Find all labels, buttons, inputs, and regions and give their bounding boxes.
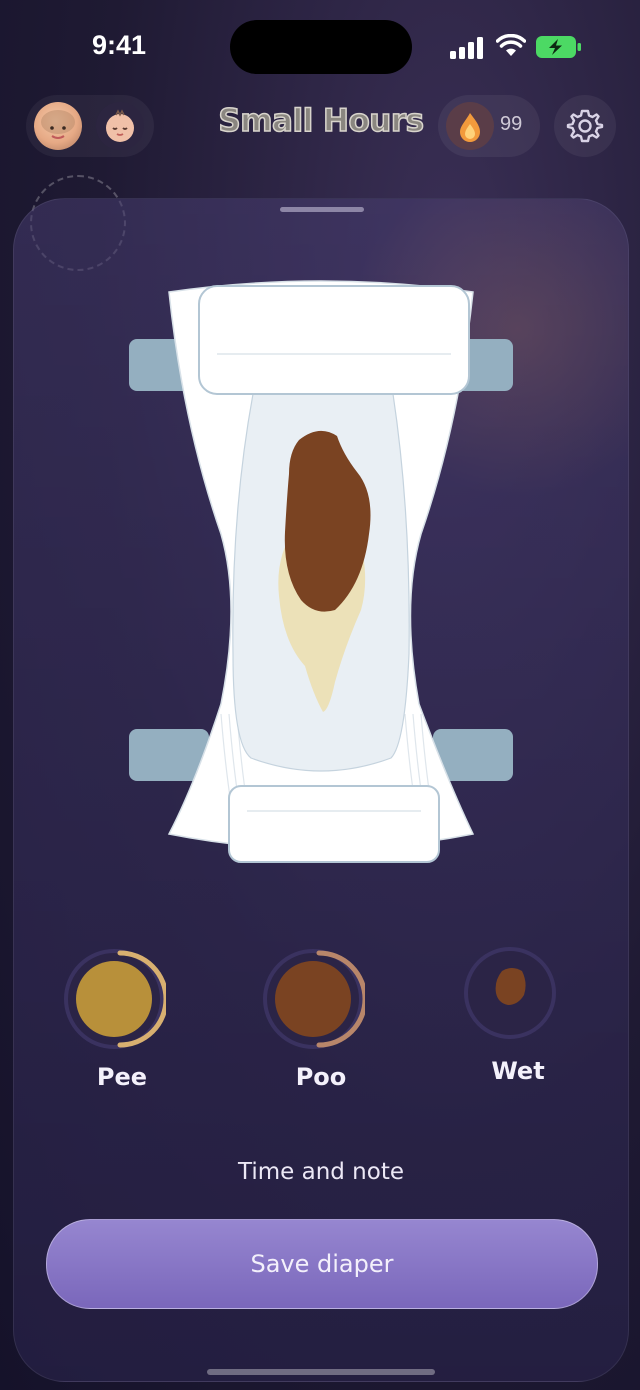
settings-button[interactable] [554, 95, 616, 157]
wet-label: Wet [491, 1057, 545, 1085]
poo-label: Poo [295, 1063, 347, 1091]
sheet-grabber[interactable] [280, 207, 364, 212]
diaper-illustration[interactable] [129, 274, 519, 874]
option-wet[interactable]: Wet [458, 941, 578, 1085]
poo-selector[interactable] [261, 947, 368, 1051]
save-diaper-button[interactable]: Save diaper [46, 1219, 598, 1309]
option-poo[interactable]: Poo [261, 947, 381, 1091]
status-bar: 9:41 [0, 0, 640, 90]
baby-face-icon [41, 110, 75, 139]
save-diaper-label: Save diaper [250, 1250, 394, 1278]
option-pee[interactable]: Pee [62, 947, 182, 1091]
wifi-icon [496, 34, 526, 56]
diaper-waistband-bottom [228, 785, 440, 863]
add-baby-avatar[interactable] [96, 102, 144, 150]
pee-label: Pee [96, 1063, 148, 1091]
sleeping-baby-icon [106, 109, 134, 142]
dynamic-island [230, 20, 412, 74]
time-and-note-link[interactable]: Time and note [14, 1159, 628, 1185]
diaper-waistband-top [198, 285, 470, 395]
streak-count: 99 [500, 113, 523, 135]
battery-charging-icon [536, 36, 581, 58]
top-bar: Small Hours 99 [0, 95, 640, 157]
app-title: Small Hours [218, 102, 425, 140]
baby-switcher[interactable] [26, 95, 154, 157]
pee-selector[interactable] [62, 947, 169, 1051]
diaper-type-options: Pee Poo Wet [14, 947, 628, 1097]
gear-icon [566, 109, 604, 143]
cellular-signal-icon [450, 37, 483, 59]
baby-photo-avatar[interactable] [34, 102, 82, 150]
flame-icon [446, 102, 494, 150]
home-indicator [207, 1369, 435, 1375]
wet-selector[interactable] [458, 941, 562, 1045]
pee-color-dot [76, 961, 152, 1037]
poo-color-dot [275, 961, 351, 1037]
status-time: 9:41 [92, 30, 147, 60]
diaper-sheet: Pee Poo Wet Time and note Save diaper [13, 198, 629, 1382]
streak-counter[interactable]: 99 [438, 95, 540, 157]
